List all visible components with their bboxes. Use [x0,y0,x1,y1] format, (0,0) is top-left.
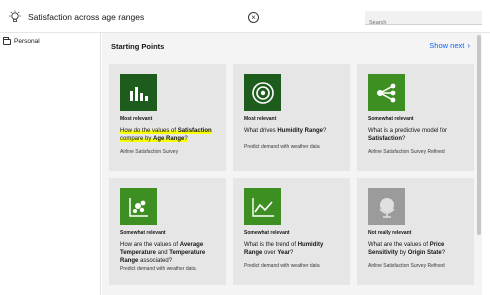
bar-chart-icon [129,86,148,101]
starting-point-card[interactable]: Somewhat relevant How are the values of … [109,178,226,285]
relevance-label: Most relevant [244,116,277,122]
lightbulb-icon [9,10,21,22]
card-source: Airline Satisfaction Survey [120,149,179,155]
card-tile [368,188,405,225]
card-question: What drives Humidity Range? [244,128,327,134]
scatter-icon [128,197,148,217]
relevance-label: Most relevant [120,116,153,122]
starting-points-panel: Starting Points Show next › Most relevan… [102,33,482,295]
show-next-label: Show next [429,41,465,50]
globe-icon [378,197,395,218]
sidebar-item-personal[interactable]: Personal [3,36,40,45]
card-source: Predict demand with weather data [120,266,196,272]
line-chart-icon [251,197,274,217]
card-source: Predict demand with weather data [244,144,320,150]
card-source: Airline Satisfaction Survey Refined [368,263,445,269]
card-tile [244,74,281,111]
clear-query-button[interactable]: × [248,12,259,23]
card-question: How are the values of Average Temperatur… [120,242,206,264]
card-tile [120,188,157,225]
search-input[interactable] [365,16,482,30]
scrollbar-thumb[interactable] [477,35,481,235]
close-icon: × [251,12,256,22]
search-box[interactable] [365,11,482,30]
show-next-link[interactable]: Show next › [429,41,470,50]
starting-point-card[interactable]: Not really relevant What are the values … [357,178,474,285]
starting-point-card[interactable]: Most relevant How do the values of Satis… [109,64,226,171]
sidebar: Personal [0,33,101,295]
relevance-label: Somewhat relevant [120,230,166,236]
network-icon [376,83,395,102]
card-question: How do the values of Satisfaction compar… [120,128,212,142]
card-tile [120,74,157,111]
sidebar-item-label: Personal [14,38,40,45]
starting-point-card[interactable]: Somewhat relevant What is a predictive m… [357,64,474,171]
scrollbar[interactable] [476,33,482,295]
relevance-label: Somewhat relevant [368,116,414,122]
card-source: Predict demand with weather data [244,263,320,269]
top-bar: Satisfaction across age ranges × [0,0,490,33]
card-source: Airline Satisfaction Survey Refined [368,149,445,155]
starting-point-card[interactable]: Most relevant What drives Humidity Range… [233,64,350,171]
starting-point-card[interactable]: Somewhat relevant What is the trend of H… [233,178,350,285]
folder-icon [3,36,11,45]
target-icon [251,81,274,104]
card-question: What is a predictive model for Satisfact… [368,128,448,142]
relevance-label: Somewhat relevant [244,230,290,236]
card-tile [368,74,405,111]
query-text[interactable]: Satisfaction across age ranges [28,12,144,22]
section-title: Starting Points [111,42,165,51]
card-question: What are the values of Price Sensitivity… [368,242,446,256]
card-tile [244,188,281,225]
card-question: What is the trend of Humidity Range over… [244,242,324,256]
relevance-label: Not really relevant [368,230,412,236]
chevron-right-icon: › [467,41,470,50]
